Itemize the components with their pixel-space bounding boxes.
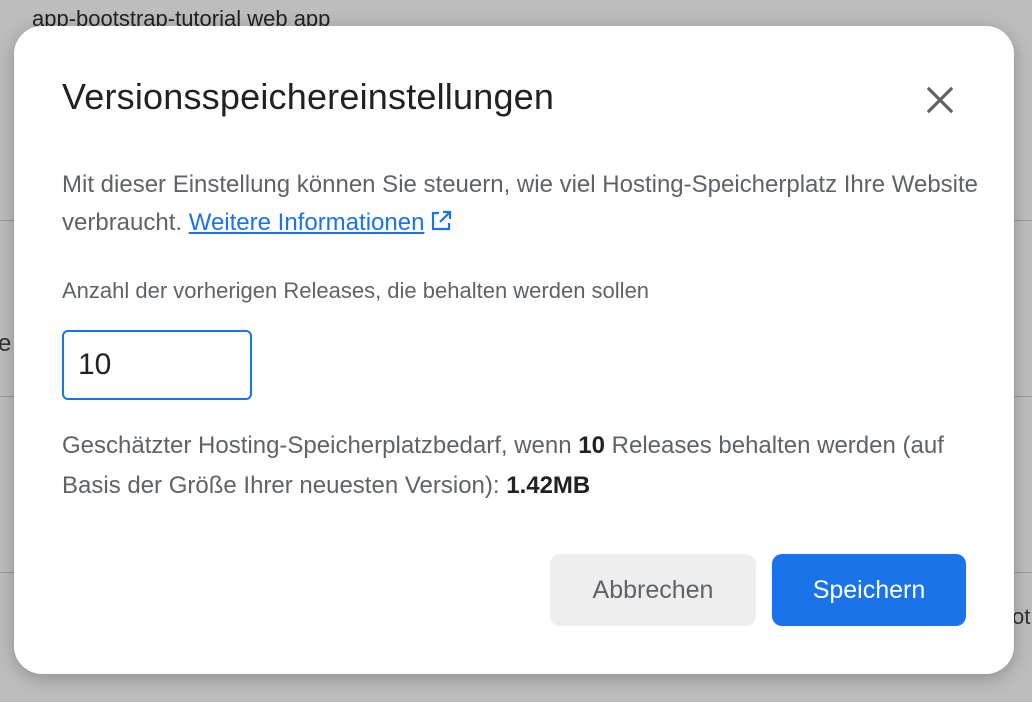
cancel-button[interactable]: Abbrechen [550,554,756,626]
learn-more-link-label: Weitere Informationen [188,209,425,236]
estimate-prefix: Geschätzter Hosting-Speicherplatzbedarf,… [62,432,579,459]
estimate-release-count: 10 [578,432,605,459]
open-in-new-icon[interactable] [429,209,453,233]
version-storage-dialog: Versionsspeichereinstellungen Mit dieser… [14,26,1014,674]
background-text-fragment: ot [1012,604,1031,629]
dialog-description: Mit dieser Einstellung können Sie steuer… [62,166,982,242]
storage-estimate: Geschätzter Hosting-Speicherplatzbedarf,… [62,426,982,506]
releases-count-label: Anzahl der vorherigen Releases, die beha… [62,278,650,303]
learn-more-link[interactable]: Weitere Informationen [189,209,425,236]
close-button[interactable] [920,80,960,120]
save-button[interactable]: Speichern [772,554,966,626]
estimate-size: 1.42MB [506,472,591,499]
releases-count-input[interactable] [62,330,252,400]
cancel-button-label: Abbrechen [592,575,714,604]
close-icon [926,86,954,114]
dialog-title: Versionsspeichereinstellungen [62,76,555,117]
background-text-fragment: e [0,330,12,357]
save-button-label: Speichern [812,575,926,604]
